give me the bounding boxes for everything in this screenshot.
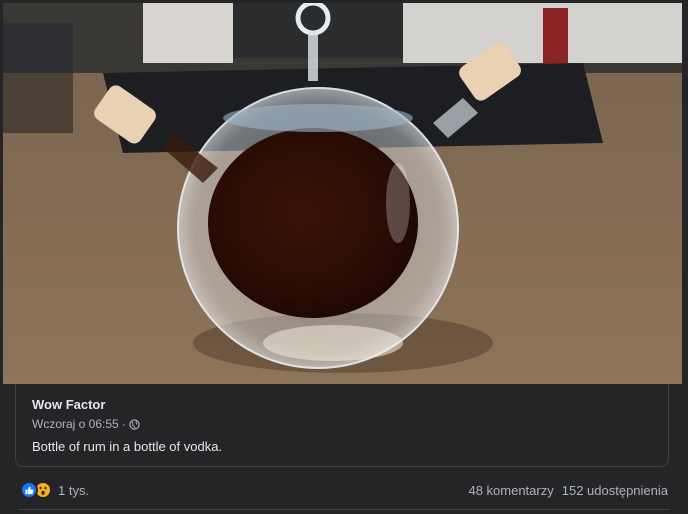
post-photo[interactable] [3,3,682,384]
post-author[interactable]: Wow Factor [32,397,105,412]
globe-icon[interactable] [129,418,140,430]
shares-count[interactable]: 152 udostępnienia [562,483,668,498]
like-icon [20,481,38,499]
comments-count[interactable]: 48 komentarzy [468,483,553,498]
post-footer: 1 tys. 48 komentarzy 152 udostępnienia [20,478,668,502]
post-timestamp[interactable]: Wczoraj o 06:55 [32,417,119,431]
reaction-icons [20,481,52,499]
shared-post-card[interactable]: Wow Factor Wczoraj o 06:55 · Bottle of r… [15,384,669,467]
reactions-count[interactable]: 1 tys. [58,483,89,498]
meta-separator: · [121,417,126,431]
feed-post: Wow Factor Wczoraj o 06:55 · Bottle of r… [0,0,688,514]
reactions-summary[interactable]: 1 tys. [20,481,89,499]
post-meta: Wczoraj o 06:55 · [32,417,140,431]
bottle-photo-illustration [3,3,682,384]
divider [18,509,670,510]
post-stats: 48 komentarzy 152 udostępnienia [468,483,668,498]
post-caption: Bottle of rum in a bottle of vodka. [32,439,223,454]
